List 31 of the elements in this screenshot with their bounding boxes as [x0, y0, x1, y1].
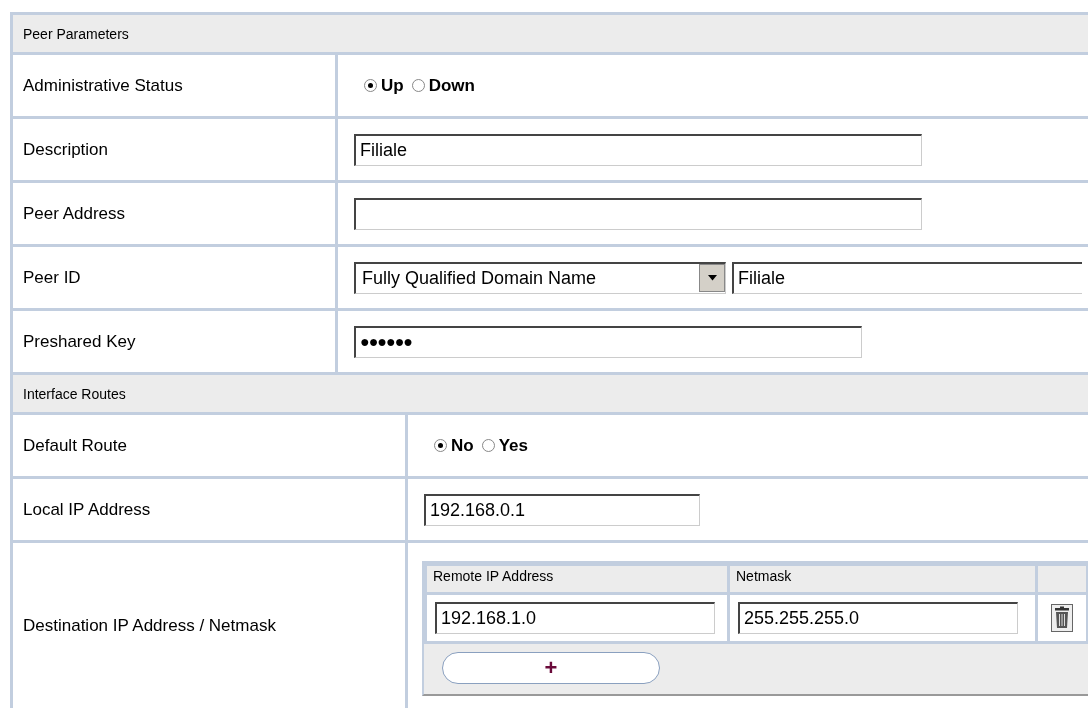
- radio-button[interactable]: [364, 79, 377, 92]
- dropdown[interactable]: Fully Qualified Domain Name: [354, 261, 726, 294]
- field-label: Preshared Key: [13, 311, 338, 372]
- radio-label[interactable]: Up: [381, 75, 404, 96]
- section-header: Peer Parameters: [13, 15, 1088, 55]
- text-field[interactable]: Filiale: [732, 261, 1082, 294]
- radio-button[interactable]: [434, 439, 447, 452]
- field-label: Description: [13, 119, 338, 180]
- text-field[interactable]: Filiale: [354, 133, 922, 166]
- password-field[interactable]: ●●●●●●: [354, 325, 862, 358]
- field-label: Administrative Status: [13, 55, 338, 116]
- trash-icon[interactable]: [1051, 604, 1073, 632]
- radio-label[interactable]: No: [451, 435, 474, 456]
- column-header: Netmask: [730, 566, 1035, 592]
- field-label: Local IP Address: [13, 479, 408, 540]
- radio-label[interactable]: Yes: [498, 435, 528, 456]
- radio-button[interactable]: [481, 439, 495, 452]
- field-label: Default Route: [13, 415, 408, 476]
- field-label: Destination IP Address / Netmask: [13, 543, 408, 708]
- text-field[interactable]: 255.255.255.0: [738, 602, 1018, 634]
- field-label: Peer ID: [13, 247, 338, 308]
- column-header: Remote IP Address: [427, 566, 727, 592]
- header-cell: [1038, 566, 1086, 592]
- text-field[interactable]: 192.168.0.1: [424, 493, 700, 526]
- radio-button[interactable]: [411, 79, 425, 92]
- section-header: Interface Routes: [13, 375, 1088, 415]
- text-field[interactable]: [354, 197, 922, 230]
- field-label: Peer Address: [13, 183, 338, 244]
- radio-label[interactable]: Down: [428, 75, 475, 96]
- text-field[interactable]: 192.168.1.0: [435, 602, 715, 634]
- add-button[interactable]: +: [442, 652, 660, 684]
